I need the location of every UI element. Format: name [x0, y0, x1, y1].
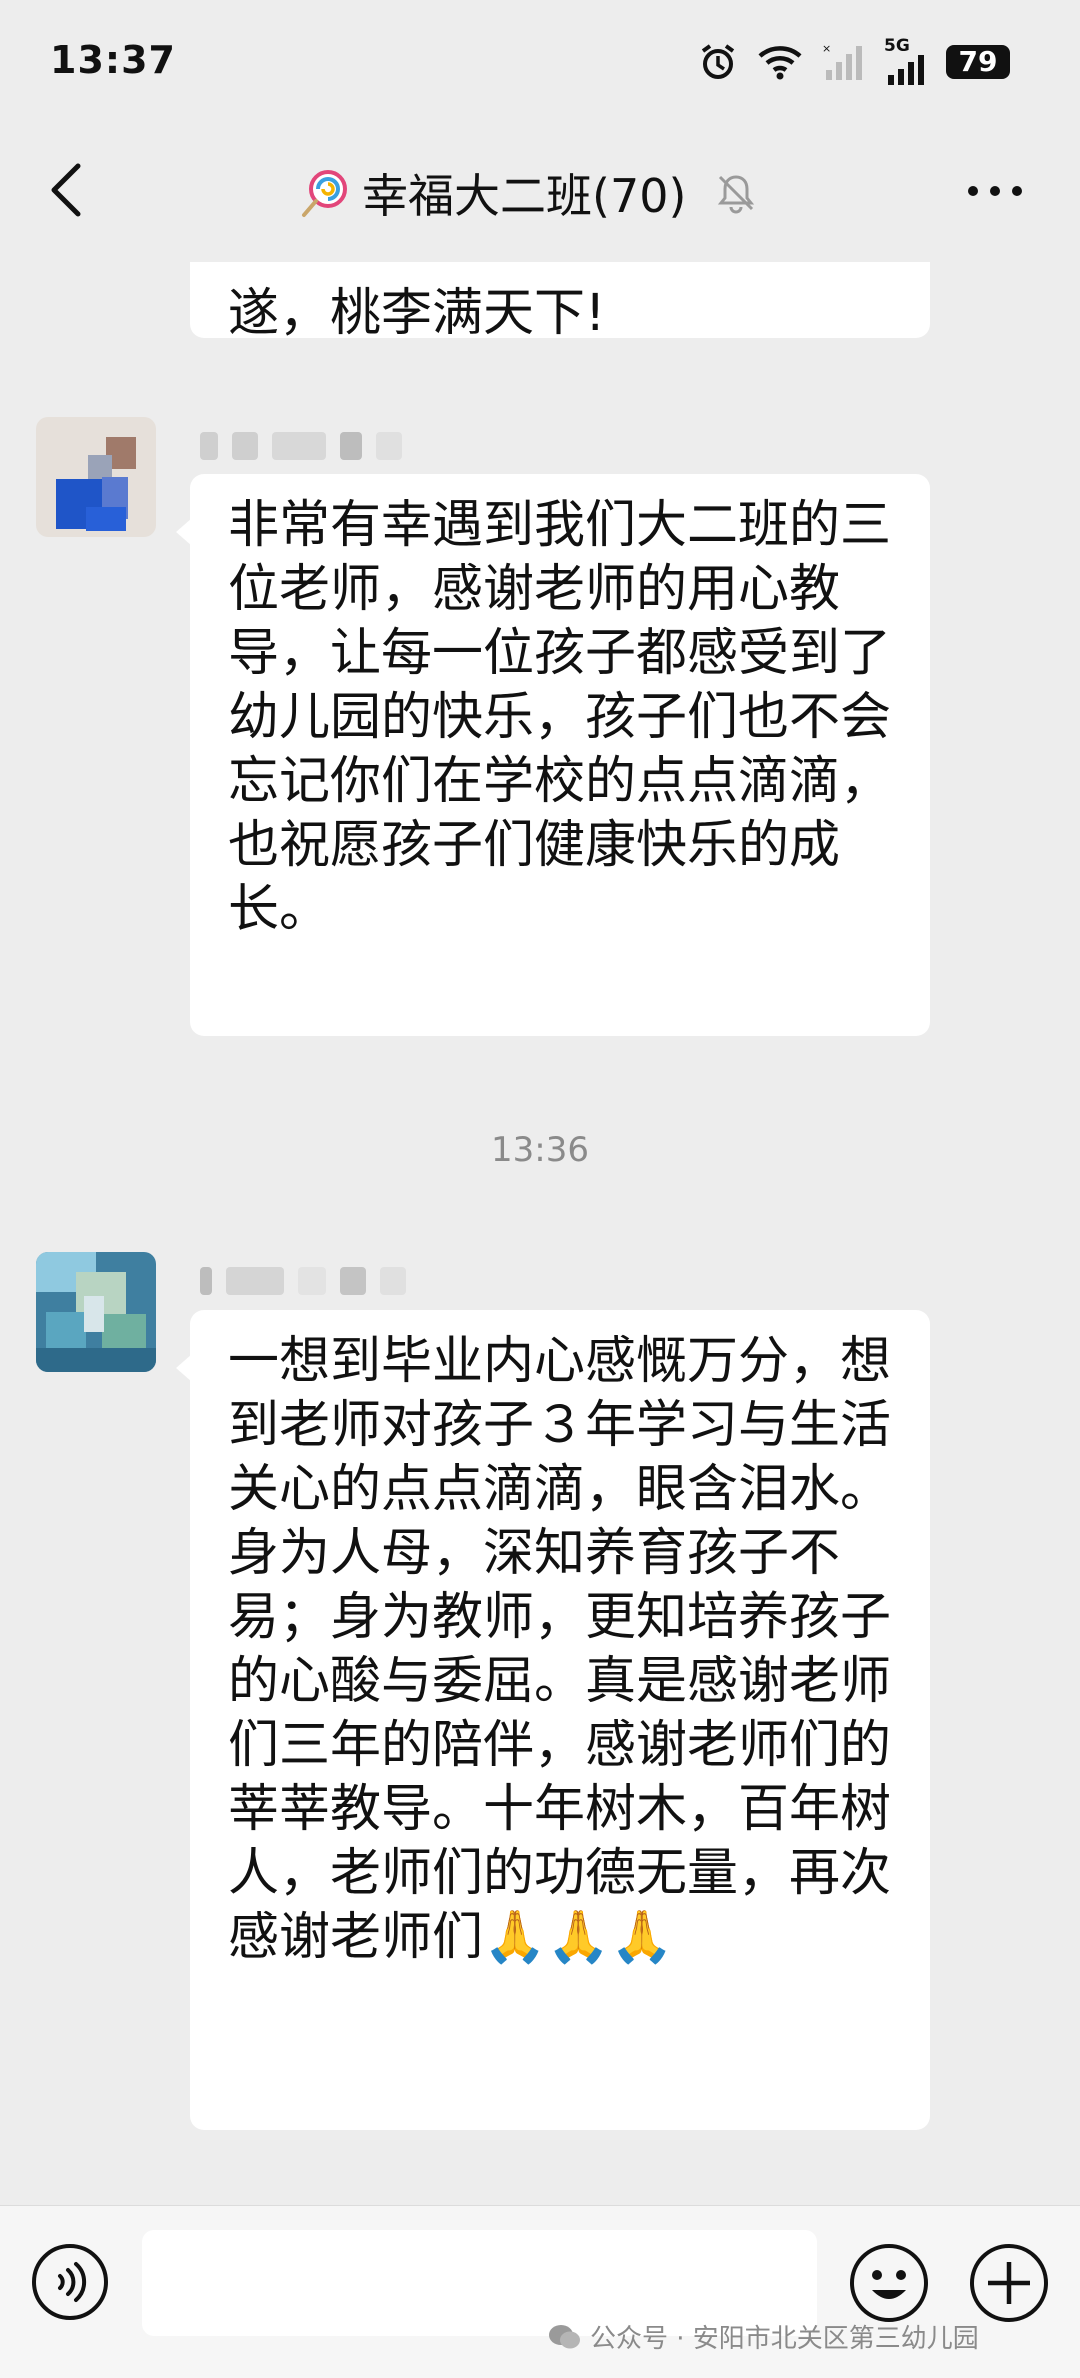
- signal-weak-icon: ×: [822, 42, 862, 80]
- message-text: 遂，桃李满天下!: [228, 284, 606, 343]
- signal-strong-icon: [888, 55, 924, 85]
- partial-line-obscured: [228, 262, 892, 282]
- wechat-icon: [549, 2324, 580, 2348]
- watermark-text: 公众号 · 安阳市北关区第三幼儿园: [590, 2324, 979, 2354]
- avatar[interactable]: [36, 1252, 156, 1372]
- chat-title: 幸福大二班(70): [362, 169, 687, 223]
- status-bar: 13:37 × 5G 79: [0, 0, 1080, 120]
- avatar[interactable]: [36, 417, 156, 537]
- chat-input-bar: 公众号 · 安阳市北关区第三幼儿园: [0, 2205, 1080, 2378]
- bell-off-icon: [718, 175, 755, 214]
- lollipop-icon: [302, 170, 347, 217]
- signal-5g: 5G: [884, 38, 928, 85]
- message-text: 一想到毕业内心感慨万分，想到老师对孩子３年学习与生活关心的点点滴滴，眼含泪水。身…: [228, 1332, 892, 1967]
- message-bubble-partial[interactable]: 遂，桃李满天下!: [190, 262, 930, 343]
- status-time: 13:37: [50, 38, 176, 82]
- message-text: 非常有幸遇到我们大二班的三位老师，感谢老师的用心教导，让每一位孩子都感受到了幼儿…: [228, 496, 892, 939]
- message-bubble[interactable]: 非常有幸遇到我们大二班的三位老师，感谢老师的用心教导，让每一位孩子都感受到了幼儿…: [176, 474, 930, 1036]
- watermark: 公众号 · 安阳市北关区第三幼儿园: [548, 2318, 979, 2355]
- message-bubble[interactable]: 一想到毕业内心感慨万分，想到老师对孩子３年学习与生活关心的点点滴滴，眼含泪水。身…: [176, 1310, 930, 2130]
- bubble-tail: [176, 518, 192, 546]
- svg-text:×: ×: [822, 42, 831, 55]
- network-label: 5G: [884, 36, 910, 56]
- bubble-tail: [176, 1354, 192, 1382]
- chat-title-group[interactable]: 幸福大二班(70): [300, 160, 758, 226]
- more-dots-icon[interactable]: [968, 186, 1022, 196]
- voice-icon[interactable]: [30, 2242, 110, 2322]
- status-icons: × 5G 79: [698, 38, 1010, 85]
- chat-header: 幸福大二班(70): [0, 120, 1080, 260]
- emoji-icon[interactable]: [848, 2242, 930, 2324]
- wifi-icon: [758, 45, 802, 79]
- chat-message-list[interactable]: 遂，桃李满天下! 非常有幸遇到我们大二班的三位老师，感谢老师的用心教导，让每一位…: [0, 262, 1080, 2202]
- sender-name-blurred: [200, 429, 402, 463]
- alarm-icon: [701, 43, 735, 79]
- sender-name-blurred: [200, 1264, 406, 1298]
- back-arrow-icon[interactable]: [40, 160, 100, 220]
- battery-indicator: 79: [946, 44, 1010, 79]
- plus-icon[interactable]: [968, 2242, 1050, 2324]
- message-timestamp: 13:36: [491, 1130, 589, 1170]
